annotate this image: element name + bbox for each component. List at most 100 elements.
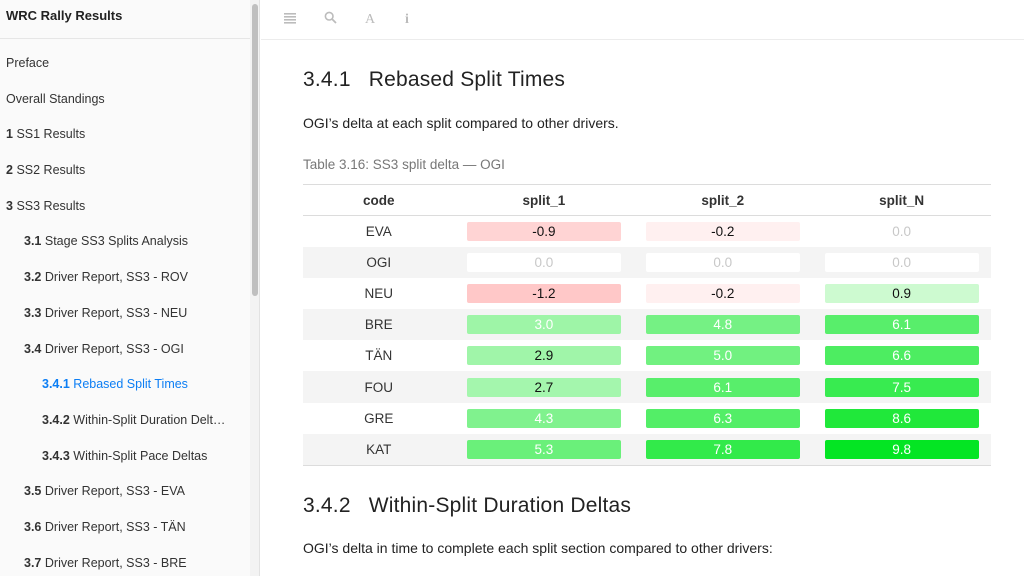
section-heading-rebased-split-times: 3.4.1 Rebased Split Times <box>303 68 565 92</box>
sidebar-item-label: Driver Report, SS3 - NEU <box>44 305 188 320</box>
split-value: 0.0 <box>645 252 800 272</box>
column-header: split_2 <box>633 184 813 216</box>
split-value: -0.2 <box>645 283 800 303</box>
sidebar-item[interactable]: 3 SS3 Results <box>0 192 250 228</box>
driver-code-cell: KAT <box>303 433 455 466</box>
split-value: 6.6 <box>824 346 979 366</box>
sidebar-item[interactable]: 3.5 Driver Report, SS3 - EVA <box>0 477 250 513</box>
sidebar-item[interactable]: 2 SS2 Results <box>0 156 250 192</box>
sidebar-item[interactable]: 3.4.2 Within-Split Duration Delt… <box>0 406 250 442</box>
sidebar-item-label: SS3 Results <box>16 198 86 213</box>
split-value: -0.2 <box>645 221 800 241</box>
split-cell: 0.0 <box>633 246 813 278</box>
split-value: 6.1 <box>645 377 800 397</box>
split-cell: 2.7 <box>454 371 634 403</box>
driver-code-cell: NEU <box>364 285 394 301</box>
section-description: OGI’s delta at each split compared to ot… <box>303 115 619 131</box>
sidebar-item[interactable]: 3.1 Stage SS3 Splits Analysis <box>0 227 250 263</box>
split-value: 2.7 <box>466 377 621 397</box>
sidebar-item-label: SS2 Results <box>16 163 86 178</box>
split-value: 8.6 <box>824 408 979 428</box>
table-row: EVA -0.9 -0.2 0.0 <box>303 216 991 247</box>
split-cell: 0.9 <box>812 278 991 309</box>
sidebar-item-number: 1 <box>6 127 13 142</box>
split-value: 4.3 <box>466 408 621 428</box>
split-value: 0.9 <box>824 283 979 303</box>
split-delta-table: code split_1 split_2 split_N EVA -0.9 -0.2… <box>303 184 991 466</box>
sidebar-scrollbar[interactable] <box>250 0 260 576</box>
split-cell: 6.1 <box>633 371 813 403</box>
sidebar-item-number: 3.4.1 <box>42 377 70 392</box>
section-title: Within-Split Duration Deltas <box>368 494 632 517</box>
info-icon[interactable]: i <box>398 11 416 29</box>
split-value: 5.3 <box>466 439 621 459</box>
sidebar-item[interactable]: 3.3 Driver Report, SS3 - NEU <box>0 299 250 335</box>
sidebar-item-number: 2 <box>6 163 13 178</box>
sidebar-item[interactable]: 3.4.3 Within-Split Pace Deltas <box>0 442 250 478</box>
sidebar-item-label: SS1 Results <box>16 127 86 142</box>
table-row: OGI 0.0 0.0 0.0 <box>303 246 991 278</box>
table-caption: Table 3.16: SS3 split delta — OGI <box>303 157 505 172</box>
split-value: 4.8 <box>645 315 800 335</box>
sidebar-item-label: Driver Report, SS3 - OGI <box>44 341 184 356</box>
font-icon[interactable]: A <box>361 11 379 29</box>
book-title[interactable]: WRC Rally Results <box>0 0 250 39</box>
split-cell: 4.3 <box>455 403 634 434</box>
sidebar-item-label: Driver Report, SS3 - EVA <box>44 484 185 499</box>
split-cell: 3.0 <box>454 309 634 341</box>
sidebar-item-label: Driver Report, SS3 - BRE <box>44 555 187 570</box>
split-cell: 0.0 <box>454 246 634 278</box>
sidebar-item-label: Preface <box>6 56 50 70</box>
split-cell: -1.2 <box>455 278 634 309</box>
split-cell: 9.8 <box>812 433 991 466</box>
sidebar-item-label: Driver Report, SS3 - TÄN <box>44 519 186 534</box>
split-value: 9.8 <box>824 439 979 459</box>
table-row: FOU 2.7 6.1 7.5 <box>303 371 991 403</box>
split-cell: -0.2 <box>633 216 812 247</box>
split-cell: 6.1 <box>812 309 991 341</box>
search-icon[interactable] <box>321 11 339 29</box>
section-number: 3.4.2 <box>303 494 351 517</box>
driver-code-cell: EVA <box>365 223 392 239</box>
sidebar: WRC Rally Results Preface Overall Standin… <box>0 0 250 576</box>
split-value: 6.3 <box>645 408 800 428</box>
split-cell: 5.3 <box>454 433 634 466</box>
sidebar-item-number: 3.4.2 <box>42 412 70 427</box>
split-cell: -0.2 <box>633 278 812 309</box>
table-of-contents: Preface Overall Standings 1 SS1 Results 2 S… <box>0 49 250 576</box>
driver-code-cell: OGI <box>303 246 455 278</box>
split-cell: 7.5 <box>812 371 991 403</box>
menu-icon[interactable] <box>281 11 299 29</box>
sidebar-item[interactable]: Preface <box>0 49 250 85</box>
sidebar-item[interactable]: 3.4.1 Rebased Split Times <box>0 370 250 406</box>
sidebar-item-number: 3.6 <box>24 519 42 534</box>
split-value: 7.5 <box>824 377 979 397</box>
section-heading-within-split-duration-deltas: 3.4.2 Within-Split Duration Deltas <box>303 494 631 518</box>
split-value: -1.2 <box>466 283 621 303</box>
sidebar-item[interactable]: 3.4 Driver Report, SS3 - OGI <box>0 335 250 371</box>
sidebar-item-number: 3.5 <box>24 484 42 499</box>
sidebar-item[interactable]: 1 SS1 Results <box>0 120 250 156</box>
sidebar-scrollbar-thumb[interactable] <box>252 4 258 296</box>
table-row: GRE 4.3 6.3 8.6 <box>303 403 991 434</box>
section-description: OGI’s delta in time to complete each spl… <box>303 540 773 556</box>
section-title: Rebased Split Times <box>368 68 566 91</box>
split-cell: 5.0 <box>633 340 812 371</box>
sidebar-item[interactable]: 3.7 Driver Report, SS3 - BRE <box>0 549 250 576</box>
column-header: split_N <box>812 184 991 216</box>
sidebar-item-label: Stage SS3 Splits Analysis <box>44 234 189 249</box>
sidebar-item[interactable]: 3.2 Driver Report, SS3 - ROV <box>0 263 250 299</box>
sidebar-item-number: 3 <box>6 198 13 213</box>
sidebar-item[interactable]: Overall Standings <box>0 85 250 121</box>
driver-code-cell: BRE <box>303 309 455 341</box>
sidebar-item[interactable]: 3.6 Driver Report, SS3 - TÄN <box>0 513 250 549</box>
split-value: 5.0 <box>645 346 800 366</box>
split-cell: 6.3 <box>633 403 812 434</box>
toolbar: A i <box>261 0 1024 40</box>
sidebar-item-number: 3.7 <box>24 555 42 570</box>
split-cell: 7.8 <box>633 433 813 466</box>
split-cell: -0.9 <box>455 216 634 247</box>
split-cell: 4.8 <box>633 309 813 341</box>
split-cell: 8.6 <box>812 403 991 434</box>
sidebar-item-number: 3.4.3 <box>42 448 70 463</box>
